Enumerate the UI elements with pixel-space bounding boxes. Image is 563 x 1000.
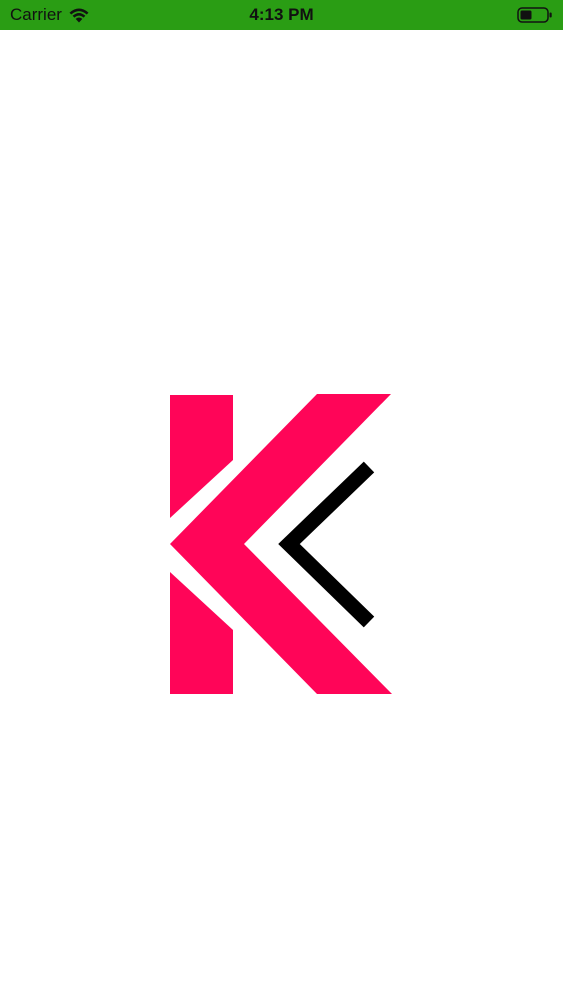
logo-black-chevron [278, 461, 375, 628]
status-bar: Carrier 4:13 PM [0, 0, 563, 30]
battery-icon [517, 7, 552, 23]
status-time: 4:13 PM [249, 5, 314, 24]
splash-screen [0, 30, 563, 1000]
k-logo-icon [170, 394, 392, 694]
